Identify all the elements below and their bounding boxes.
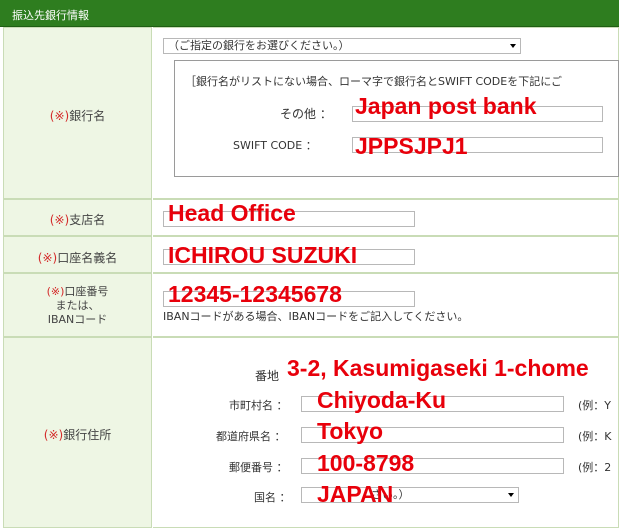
- account-number-value: 12345-12345678: [168, 281, 342, 307]
- required-mark: (※): [46, 285, 65, 298]
- street-value: 3-2, Kasumigaseki 1-chome: [287, 355, 589, 381]
- account-number-label-line2: または、: [55, 299, 100, 312]
- chevron-down-icon: [510, 44, 516, 48]
- account-number-label: (※)口座番号 または、 IBANコード: [4, 285, 151, 327]
- branch-value: Head Office: [168, 200, 296, 226]
- branch-label: (※)支店名: [4, 211, 151, 228]
- bank-name-label-cell: (※)銀行名: [3, 27, 152, 199]
- account-number-label-cell: (※)口座番号 または、 IBANコード: [3, 273, 152, 337]
- other-bank-note: ［銀行名がリストにない場合、ローマ字で銀行名とSWIFT CODEを下記にご: [185, 75, 562, 88]
- city-label: 市町村名 ：: [229, 399, 288, 412]
- branch-label-cell: (※)支店名: [3, 199, 152, 236]
- prefecture-value: Tokyo: [317, 418, 384, 444]
- bank-address-label-cell: (※)銀行住所: [3, 337, 152, 528]
- other-bank-label: その他 ：: [280, 107, 332, 121]
- required-mark: (※): [49, 213, 70, 227]
- branch-label-text: 支店名: [69, 213, 106, 227]
- postal-code-example: (例：2: [578, 461, 612, 474]
- account-name-label: (※)口座名義名: [4, 249, 151, 266]
- account-name-label-cell: (※)口座名義名: [3, 236, 152, 273]
- iban-help-text: IBANコードがある場合、IBANコードをご記入してください。: [163, 310, 469, 323]
- street-label: 番地: [255, 369, 280, 383]
- chevron-down-icon: [508, 493, 514, 497]
- section-title: 振込先銀行情報: [12, 9, 89, 22]
- bank-address-label-text: 銀行住所: [63, 428, 112, 442]
- required-mark: (※): [49, 109, 70, 123]
- bank-address-label: (※)銀行住所: [4, 426, 151, 443]
- required-mark: (※): [43, 428, 64, 442]
- swift-code-value: JPPSJPJ1: [355, 133, 468, 159]
- account-number-label-line3: IBANコード: [47, 313, 108, 326]
- other-bank-value: Japan post bank: [355, 93, 537, 119]
- section-header: 振込先銀行情報: [0, 0, 619, 27]
- postal-code-label: 郵便番号 ：: [229, 461, 288, 474]
- prefecture-example: (例：K: [578, 430, 612, 443]
- account-number-label-line1: 口座番号: [64, 285, 109, 298]
- account-name-label-text: 口座名義名: [57, 251, 118, 265]
- bank-select[interactable]: （ご指定の銀行をお選びください。）: [163, 38, 521, 54]
- account-name-value: ICHIROU SUZUKI: [168, 242, 358, 268]
- country-value: JAPAN: [317, 481, 394, 507]
- bank-name-label-text: 銀行名: [69, 109, 106, 123]
- swift-code-label: SWIFT CODE ：: [233, 139, 317, 152]
- bank-select-text: （ご指定の銀行をお選びください。）: [168, 39, 350, 52]
- required-mark: (※): [37, 251, 58, 265]
- city-example: (例：Y: [578, 399, 612, 412]
- bank-name-label: (※)銀行名: [4, 107, 151, 124]
- city-value: Chiyoda-Ku: [317, 387, 447, 413]
- prefecture-label: 都道府県名 ：: [216, 430, 286, 443]
- postal-code-value: 100-8798: [317, 450, 415, 476]
- country-label: 国名 ：: [254, 491, 291, 504]
